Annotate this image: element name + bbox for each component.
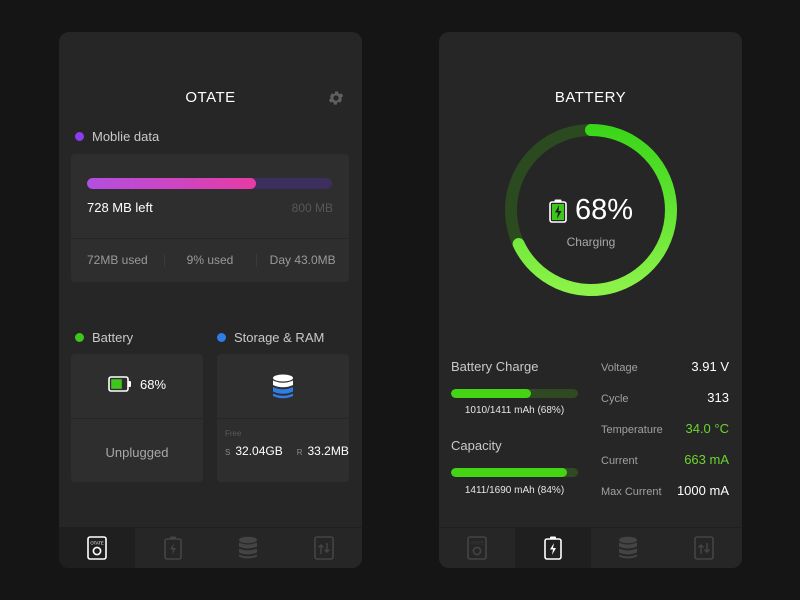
battery-status: Unplugged [105, 445, 169, 460]
data-day-stat: Day 43.0MB [256, 253, 349, 267]
gear-icon[interactable] [327, 89, 345, 107]
mobile-data-label: Moblie data [75, 129, 159, 144]
spec-value: 313 [707, 390, 729, 405]
spec-key: Cycle [601, 393, 629, 405]
tab-data[interactable] [666, 528, 742, 568]
mobile-data-dot [75, 132, 84, 141]
battery-charge-label: Battery Charge [451, 359, 539, 374]
mobile-data-card[interactable]: 728 MB left 800 MB 72MB used 9% used Day… [71, 154, 349, 282]
battery-charge-bar-fill [451, 389, 531, 398]
storage-values: S 32.04GB R 33.2MB [225, 444, 362, 458]
spec-key: Temperature [601, 424, 663, 436]
tab-battery[interactable] [514, 528, 591, 568]
mobile-data-bar-fill [87, 178, 257, 189]
mobile-data-label-text: Moblie data [92, 129, 160, 144]
spec-value: 34.0 °C [685, 421, 729, 436]
capacity-bar-fill [451, 468, 567, 477]
spec-key: Current [601, 455, 638, 467]
current-row: Current 663 mA [601, 452, 729, 467]
tab-data[interactable] [286, 528, 362, 568]
temperature-row: Temperature 34.0 °C [601, 421, 729, 436]
data-percent-stat: 9% used [163, 253, 257, 267]
otate-tab-text: OTATE [90, 541, 104, 546]
mobile-data-bar [87, 178, 332, 189]
battery-tab-icon [163, 536, 182, 560]
battery-tab-icon [543, 536, 562, 560]
capacity-text: 1411/1690 mAh (84%) [464, 485, 565, 496]
otate-screen: OTATE Moblie data 728 MB left 800 MB 72M… [59, 32, 362, 568]
divider [217, 418, 349, 419]
data-max-text: 800 MB [291, 201, 333, 215]
tab-storage[interactable] [211, 528, 287, 568]
charging-status: Charging [566, 235, 616, 249]
data-tab-icon [694, 536, 714, 560]
max-current-row: Max Current 1000 mA [601, 483, 729, 498]
battery-dot [75, 333, 84, 342]
storage-section-label-text: Storage & RAM [234, 330, 325, 345]
storage-prefix: S [225, 448, 231, 457]
battery-charge-text: 1010/1411 mAh (68%) [464, 405, 565, 416]
otate-tab-text: OTATE [470, 541, 484, 546]
voltage-row: Voltage 3.91 V [601, 359, 729, 374]
ram-value: 33.2MB [307, 444, 349, 458]
data-stats-row: 72MB used 9% used Day 43.0MB [71, 238, 349, 282]
battery-icon [108, 376, 131, 392]
battery-screen: BATTERY 68% Charging Battery Charge 1010… [439, 32, 742, 568]
gauge-center: 68% Charging [501, 120, 681, 300]
tab-otate[interactable]: OTATE [439, 528, 515, 568]
storage-dot [217, 333, 226, 342]
spec-key: Voltage [601, 362, 638, 374]
battery-card[interactable]: 68% Unplugged [71, 354, 203, 482]
tab-battery[interactable] [135, 528, 211, 568]
storage-card[interactable]: Free S 32.04GB R 33.2MB [217, 354, 349, 482]
bottom-nav: OTATE [439, 527, 742, 568]
cycle-row: Cycle 313 [601, 390, 729, 405]
ram-prefix: R [296, 448, 303, 457]
storage-value: 32.04GB [235, 444, 283, 458]
spec-key: Max Current [601, 486, 662, 498]
capacity-label: Capacity [451, 438, 502, 453]
spec-value: 3.91 V [691, 359, 729, 374]
tab-otate[interactable]: OTATE [59, 528, 135, 568]
database-tab-icon [239, 536, 258, 559]
capacity-bar [451, 468, 578, 477]
divider [71, 418, 203, 419]
bottom-nav: OTATE [59, 527, 362, 568]
data-used-stat: 72MB used [86, 253, 148, 267]
spec-value: 1000 mA [676, 483, 729, 498]
data-tab-icon [314, 536, 334, 560]
charging-battery-icon [549, 199, 567, 223]
database-icon [273, 374, 293, 399]
storage-section-label: Storage & RAM [217, 330, 324, 345]
battery-section-label-text: Battery [92, 330, 134, 345]
otate-tab-icon: OTATE [87, 536, 107, 560]
battery-percent: 68% [139, 376, 167, 392]
battery-section-label: Battery [75, 330, 133, 345]
tab-storage[interactable] [591, 528, 667, 568]
spec-value: 663 mA [684, 452, 729, 467]
free-label: Free [225, 429, 242, 438]
page-title: OTATE [185, 89, 236, 106]
data-left-text: 728 MB left [87, 200, 153, 215]
page-title: BATTERY [554, 89, 627, 106]
otate-tab-icon: OTATE [467, 536, 487, 560]
battery-charge-bar [451, 389, 578, 398]
database-tab-icon [619, 536, 638, 559]
gauge-percent: 68% [574, 194, 634, 226]
